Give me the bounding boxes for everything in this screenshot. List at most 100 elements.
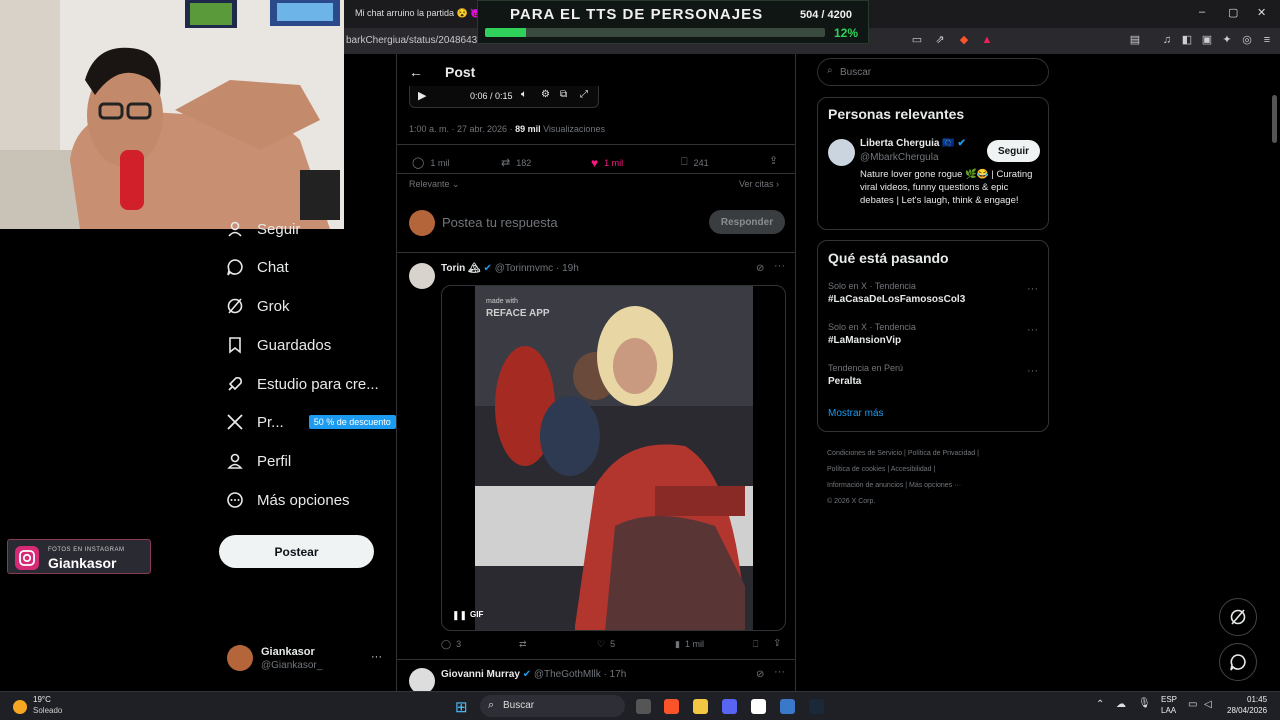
brave-rewards-icon[interactable]: ▲ xyxy=(980,33,994,47)
cast-icon[interactable]: ▭ xyxy=(910,33,924,47)
scrollbar-thumb[interactable] xyxy=(1272,95,1277,143)
language-line2: LAA xyxy=(1161,706,1177,715)
follow-button[interactable]: Seguir xyxy=(987,140,1040,162)
footer-link[interactable]: Accesibilidad xyxy=(891,466,932,473)
brave-shield-icon[interactable]: ◆ xyxy=(957,33,971,47)
volume-icon[interactable]: ◁ xyxy=(1204,699,1212,710)
search-box[interactable]: ⌕ Buscar xyxy=(817,58,1049,86)
brave-icon[interactable] xyxy=(664,699,679,714)
tweet-avatar[interactable] xyxy=(409,263,435,289)
nav-item-mas-opciones[interactable]: Más opciones xyxy=(226,485,406,515)
reply-input[interactable]: Postea tu respuesta xyxy=(442,215,558,230)
wallet-icon[interactable]: ▣ xyxy=(1200,33,1214,47)
menu-icon[interactable]: ≡ xyxy=(1260,33,1274,47)
nav-item-seguir[interactable]: Seguir xyxy=(226,214,406,244)
nav-item-grok[interactable]: Grok xyxy=(226,291,406,321)
trend-more-icon[interactable]: ··· xyxy=(1027,324,1038,336)
browser-tab[interactable]: Mi chat arruino la partida 😵 😈 | L xyxy=(355,8,494,19)
close-window-button[interactable]: ✕ xyxy=(1257,6,1266,19)
fullscreen-icon[interactable]: ⤢ xyxy=(580,89,588,100)
task-view-icon[interactable] xyxy=(636,699,651,714)
weather-temp[interactable]: 19°C xyxy=(33,695,51,704)
windows-start-icon[interactable]: ⊞ xyxy=(455,698,468,716)
tweet-like-action[interactable]: ♡ 5 xyxy=(597,639,615,650)
grok-explain-icon[interactable]: ⊘ xyxy=(756,263,764,274)
share-icon[interactable]: ⇪ xyxy=(769,154,778,167)
tweet-reply-action[interactable]: ◯ 3 xyxy=(441,639,461,650)
tweet-more-icon[interactable]: ··· xyxy=(774,260,785,272)
settings-icon[interactable]: ⚙ xyxy=(541,89,550,100)
next-tweet-author[interactable]: Giovanni Murray xyxy=(441,669,520,680)
sort-dropdown[interactable]: Relevante ⌄ xyxy=(409,179,460,190)
tweet-media[interactable]: made with REFACE APP ❚❚ GIF xyxy=(441,285,786,631)
nav-item-chat[interactable]: Chat xyxy=(226,252,406,282)
sidebar-icon[interactable]: ◧ xyxy=(1180,33,1194,47)
pause-icon[interactable]: ❚❚ xyxy=(452,610,467,621)
repost-action[interactable]: ⇄ 182 xyxy=(501,156,531,169)
footer-link[interactable]: Más opciones ··· xyxy=(909,482,961,489)
tweet-views-action[interactable]: ▮ 1 mil xyxy=(675,639,704,650)
language-line1[interactable]: ESP xyxy=(1161,695,1177,704)
grok-explain-icon[interactable]: ⊘ xyxy=(756,669,764,680)
file-explorer-icon[interactable] xyxy=(693,699,708,714)
onedrive-icon[interactable]: ☁ xyxy=(1116,699,1126,710)
nav-item-estudio[interactable]: Estudio para cre... xyxy=(226,369,406,399)
leo-icon[interactable]: ✦ xyxy=(1220,33,1234,47)
tray-chevron-icon[interactable]: ⌃ xyxy=(1096,699,1104,710)
media-icon[interactable]: ♫ xyxy=(1160,33,1174,47)
tweet-share-icon[interactable]: ⇪ xyxy=(773,638,781,649)
trend-item[interactable]: Solo en X · Tendencia #LaMansionVip ··· xyxy=(828,322,1038,356)
taskbar-search[interactable]: ⌕ Buscar xyxy=(480,695,625,717)
quotes-link[interactable]: Ver citas › xyxy=(739,179,779,189)
next-tweet-avatar[interactable] xyxy=(409,668,435,691)
nav-label: Seguir xyxy=(257,220,301,238)
pip-icon[interactable]: ⧉ xyxy=(560,89,567,100)
reply-action[interactable]: ◯ 1 mil xyxy=(412,156,449,169)
discord-icon[interactable] xyxy=(722,699,737,714)
account-more-button[interactable]: ··· xyxy=(371,651,382,663)
footer-link[interactable]: Política de Privacidad xyxy=(908,450,975,457)
network-icon[interactable]: ▭ xyxy=(1188,699,1197,710)
chat-fab[interactable] xyxy=(1219,643,1257,681)
footer-link[interactable]: Política de cookies xyxy=(827,466,885,473)
grok-fab[interactable] xyxy=(1219,598,1257,636)
show-more-link[interactable]: Mostrar más xyxy=(828,408,884,419)
capcut-icon[interactable] xyxy=(751,699,766,714)
relevant-avatar[interactable] xyxy=(828,139,855,166)
nav-item-guardados[interactable]: Guardados xyxy=(226,330,406,360)
minimize-button[interactable]: – xyxy=(1199,6,1205,18)
nav-item-perfil[interactable]: Perfil xyxy=(226,446,406,476)
microphone-icon[interactable]: 🎙︎ xyxy=(1138,698,1151,709)
nav-item-premium[interactable]: Pr... 50 % de descuento xyxy=(226,407,396,437)
account-avatar[interactable] xyxy=(227,645,253,671)
steam-icon[interactable] xyxy=(809,699,824,714)
tweet-repost-action[interactable]: ⇄ xyxy=(519,639,532,650)
trend-item[interactable]: Solo en X · Tendencia #LaCasaDeLosFamoso… xyxy=(828,281,1038,315)
vpn-icon[interactable]: ◎ xyxy=(1240,33,1254,47)
reply-button[interactable]: Responder xyxy=(709,210,785,234)
post-button[interactable]: Postear xyxy=(219,535,374,568)
relevant-name[interactable]: Liberta Cherguia 🇪🇺 ✔ xyxy=(860,138,966,149)
bookmark-action[interactable]: ⎕ 241 xyxy=(681,156,709,169)
footer-link[interactable]: Condiciones de Servicio xyxy=(827,450,902,457)
tweet-bookmark-icon[interactable]: ⎕ xyxy=(753,639,758,650)
back-arrow-icon[interactable]: ← xyxy=(409,64,423,80)
maximize-button[interactable]: ▢ xyxy=(1228,6,1238,19)
trend-more-icon[interactable]: ··· xyxy=(1027,283,1038,295)
tweet-handle[interactable]: @Torinmvmc xyxy=(495,263,554,274)
next-tweet-handle[interactable]: @TheGothMllk xyxy=(534,669,601,680)
footer-link[interactable]: Información de anuncios xyxy=(827,482,903,489)
reader-icon[interactable]: ▤ xyxy=(1128,33,1142,47)
volume-icon[interactable]: 🔈︎ xyxy=(521,89,527,100)
account-name[interactable]: Giankasor xyxy=(261,646,315,658)
trend-more-icon[interactable]: ··· xyxy=(1027,365,1038,377)
tweet-more-icon[interactable]: ··· xyxy=(774,666,785,678)
play-icon[interactable]: ▶ xyxy=(418,89,426,102)
share-icon[interactable]: ⇗ xyxy=(933,33,947,47)
clock-time[interactable]: 01:45 xyxy=(1247,695,1267,704)
reply-icon: ◯ xyxy=(441,639,452,649)
app-icon[interactable] xyxy=(780,699,795,714)
tweet-author-name[interactable]: Torin 🏔 xyxy=(441,263,481,274)
trend-item[interactable]: Tendencia en Perú Peralta ··· xyxy=(828,363,1038,397)
like-action[interactable]: ♥ 1 mil xyxy=(591,156,623,170)
